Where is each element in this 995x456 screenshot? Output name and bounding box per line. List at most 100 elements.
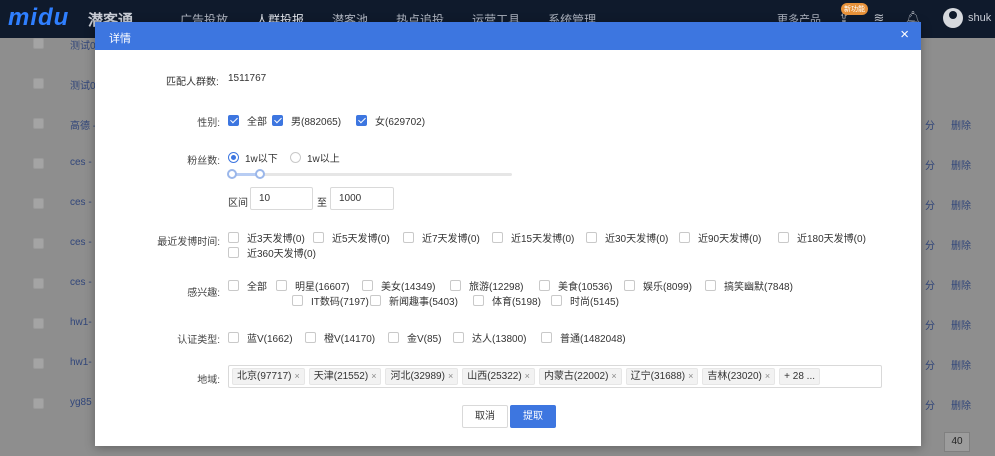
- row-action-assign[interactable]: 分: [925, 237, 935, 252]
- fans-over-1w-radio[interactable]: 1w以上: [290, 150, 340, 165]
- fans-slider-track[interactable]: [232, 173, 512, 176]
- interest-food-checkbox[interactable]: 美食(10536): [539, 278, 612, 293]
- row-name[interactable]: ces -: [70, 157, 92, 168]
- interest-news-checkbox[interactable]: 新闻趣事(5403): [370, 293, 458, 308]
- row-action-assign[interactable]: 分: [925, 277, 935, 292]
- recent-post-label: 最近发博时间:: [157, 237, 220, 248]
- close-icon[interactable]: ×: [900, 27, 909, 43]
- close-icon[interactable]: ×: [448, 369, 453, 384]
- interest-sport-checkbox[interactable]: 体育(5198): [473, 293, 541, 308]
- tag-label: 辽宁(31688): [630, 371, 686, 382]
- interest-travel-checkbox[interactable]: 旅游(12298): [450, 278, 523, 293]
- close-icon[interactable]: ×: [371, 369, 376, 384]
- modal-header: 详情 ×: [95, 22, 921, 50]
- region-tag: 吉林(23020) ×: [702, 368, 776, 385]
- slider-handle-max[interactable]: [255, 169, 265, 179]
- row-name[interactable]: ces -: [70, 277, 92, 288]
- cert-blue-checkbox[interactable]: 蓝V(1662): [228, 330, 293, 345]
- row-action-assign[interactable]: 分: [925, 157, 935, 172]
- interest-fashion-checkbox[interactable]: 时尚(5145): [551, 293, 619, 308]
- close-icon[interactable]: ×: [525, 369, 530, 384]
- row-checkbox[interactable]: [33, 398, 44, 409]
- close-icon[interactable]: ×: [688, 369, 693, 384]
- interest-star-checkbox[interactable]: 明星(16607): [276, 278, 349, 293]
- row-name[interactable]: ces -: [70, 197, 92, 208]
- recent-30d-checkbox[interactable]: 近30天发博(0): [586, 230, 668, 245]
- gender-male-checkbox[interactable]: 男(882065): [272, 113, 341, 128]
- recent-360d-checkbox[interactable]: 近360天发博(0): [228, 245, 316, 260]
- row-checkbox[interactable]: [33, 318, 44, 329]
- radio-label: 1w以上: [307, 154, 340, 165]
- row-checkbox[interactable]: [33, 78, 44, 89]
- row-action-delete[interactable]: 删除: [951, 237, 971, 252]
- row-action-delete[interactable]: 删除: [951, 397, 971, 412]
- range-from-input[interactable]: 10: [250, 187, 313, 210]
- recent-5d-checkbox[interactable]: 近5天发博(0): [313, 230, 390, 245]
- row-action-assign[interactable]: 分: [925, 397, 935, 412]
- row-action-delete[interactable]: 删除: [951, 357, 971, 372]
- region-select[interactable]: 北京(97717) × 天津(21552) × 河北(32989) × 山西(2532…: [228, 365, 882, 388]
- page-size-select[interactable]: 40: [944, 432, 970, 452]
- cancel-button[interactable]: 取消: [462, 405, 508, 428]
- recent-3d-checkbox[interactable]: 近3天发博(0): [228, 230, 305, 245]
- row-action-delete[interactable]: 删除: [951, 317, 971, 332]
- row-action-assign[interactable]: 分: [925, 317, 935, 332]
- row-checkbox[interactable]: [33, 278, 44, 289]
- row-checkbox[interactable]: [33, 358, 44, 369]
- user-name[interactable]: shuk: [968, 12, 991, 24]
- recent-180d-checkbox[interactable]: 近180天发博(0): [778, 230, 866, 245]
- interest-all-checkbox[interactable]: 全部: [228, 278, 267, 293]
- modal-title: 详情: [109, 33, 131, 45]
- extract-button[interactable]: 提取: [510, 405, 556, 428]
- checkbox-label: 近5天发博(0): [332, 234, 390, 245]
- row-name[interactable]: ces -: [70, 237, 92, 248]
- close-icon[interactable]: ×: [765, 369, 770, 384]
- checkbox-label: 近30天发博(0): [605, 234, 669, 245]
- row-checkbox[interactable]: [33, 118, 44, 129]
- row-name[interactable]: yg85: [70, 397, 92, 408]
- recent-7d-checkbox[interactable]: 近7天发博(0): [403, 230, 480, 245]
- row-checkbox[interactable]: [33, 38, 44, 49]
- close-icon[interactable]: ×: [611, 369, 616, 384]
- row-name[interactable]: hw1-: [70, 357, 92, 368]
- row-checkbox[interactable]: [33, 158, 44, 169]
- row-checkbox[interactable]: [33, 198, 44, 209]
- cert-gold-checkbox[interactable]: 金V(85): [388, 330, 441, 345]
- region-more-tag[interactable]: + 28 ...: [779, 368, 820, 385]
- region-tag: 北京(97717) ×: [232, 368, 305, 385]
- interest-beauty-checkbox[interactable]: 美女(14349): [362, 278, 435, 293]
- row-action-delete[interactable]: 删除: [951, 197, 971, 212]
- cert-normal-checkbox[interactable]: 普通(1482048): [541, 330, 626, 345]
- slider-handle-min[interactable]: [227, 169, 237, 179]
- close-icon[interactable]: ×: [294, 369, 299, 384]
- cert-expert-checkbox[interactable]: 达人(13800): [453, 330, 526, 345]
- row-action-assign[interactable]: 分: [925, 357, 935, 372]
- checkbox-icon: [228, 115, 239, 126]
- interest-funny-checkbox[interactable]: 搞笑幽默(7848): [705, 278, 793, 293]
- row-action-delete[interactable]: 删除: [951, 117, 971, 132]
- gender-female-checkbox[interactable]: 女(629702): [356, 113, 425, 128]
- match-count-value: 1511767: [228, 73, 267, 84]
- match-count-label: 匹配人群数:: [166, 77, 219, 88]
- cert-type-label: 认证类型:: [177, 335, 220, 346]
- interest-it-checkbox[interactable]: IT数码(7197): [292, 293, 369, 308]
- checkbox-label: 娱乐(8099): [643, 282, 692, 293]
- checkbox-label: 金V(85): [407, 334, 442, 345]
- checkbox-label: 近90天发博(0): [698, 234, 762, 245]
- row-checkbox[interactable]: [33, 238, 44, 249]
- checkbox-label: 近3天发博(0): [247, 234, 305, 245]
- range-to-input[interactable]: 1000: [330, 187, 394, 210]
- interest-ent-checkbox[interactable]: 娱乐(8099): [624, 278, 692, 293]
- row-name[interactable]: hw1-: [70, 317, 92, 328]
- recent-90d-checkbox[interactable]: 近90天发博(0): [679, 230, 761, 245]
- row-action-delete[interactable]: 删除: [951, 277, 971, 292]
- row-action-delete[interactable]: 删除: [951, 157, 971, 172]
- recent-15d-checkbox[interactable]: 近15天发博(0): [492, 230, 574, 245]
- cert-orange-checkbox[interactable]: 橙V(14170): [305, 330, 375, 345]
- row-action-assign[interactable]: 分: [925, 197, 935, 212]
- checkbox-label: 旅游(12298): [469, 282, 524, 293]
- fans-under-1w-radio[interactable]: 1w以下: [228, 150, 278, 165]
- row-action-assign[interactable]: 分: [925, 117, 935, 132]
- region-tag: 辽宁(31688) ×: [625, 368, 699, 385]
- gender-all-checkbox[interactable]: 全部: [228, 113, 267, 128]
